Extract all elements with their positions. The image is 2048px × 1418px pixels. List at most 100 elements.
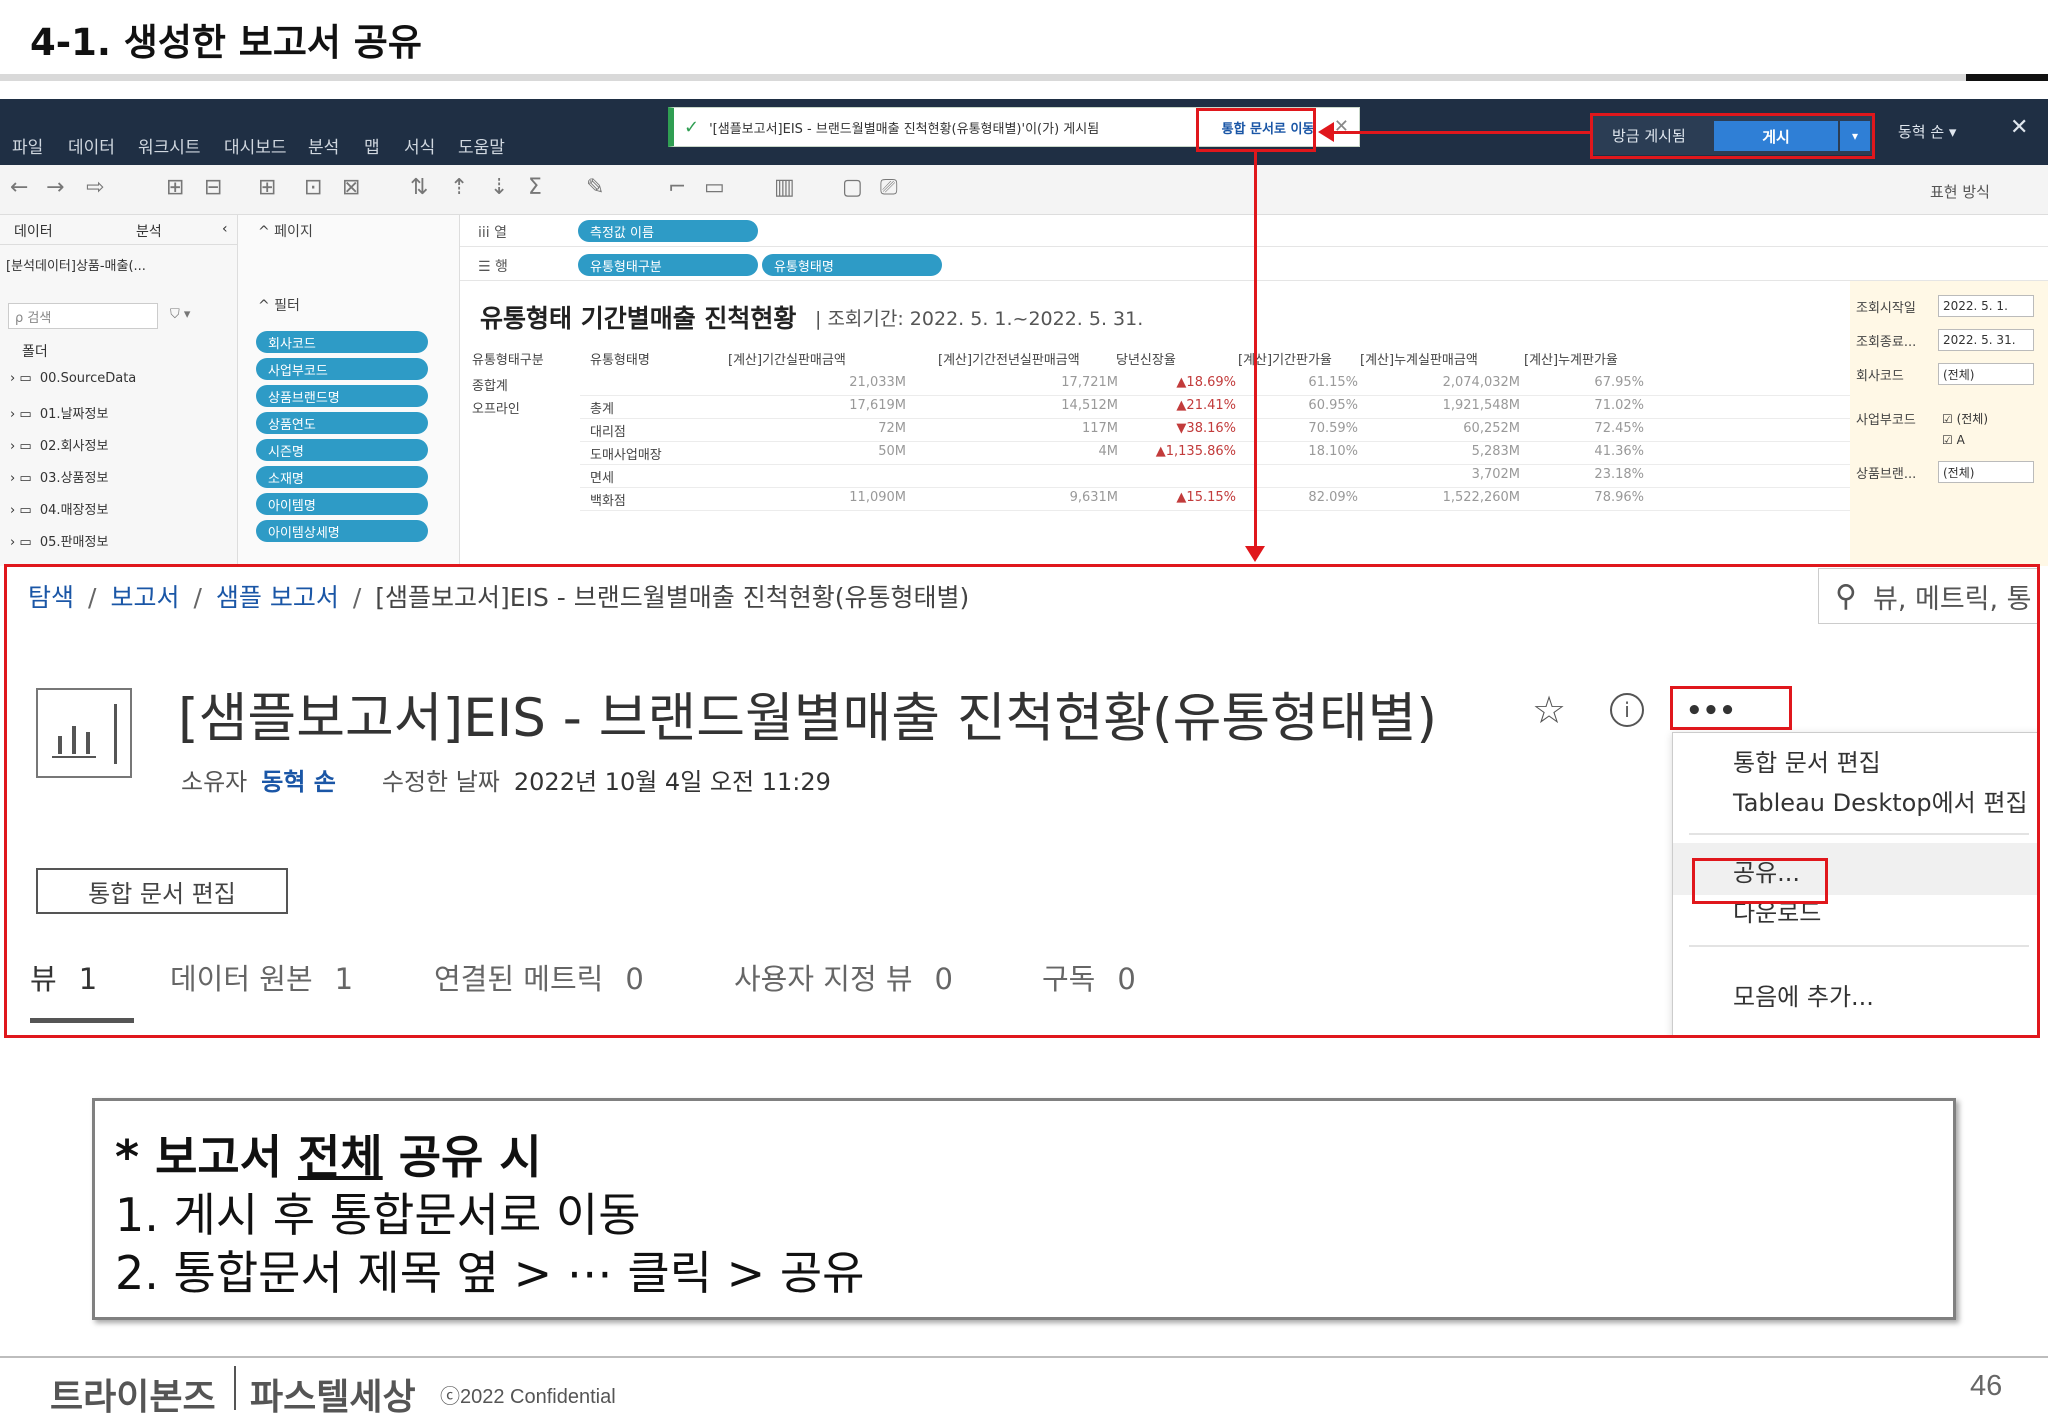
- table-cell: 117M: [1081, 421, 1118, 436]
- brand-logo: 파스텔세상: [250, 1377, 416, 1418]
- table-cell: 41.36%: [1594, 444, 1644, 459]
- instruction-box: * 보고서 전체 공유 시 1. 게시 후 통합문서로 이동 2. 통합문서 제…: [92, 1098, 1956, 1320]
- table-cell: 9,631M: [1069, 490, 1118, 505]
- user-menu[interactable]: 동혁 손 ▾: [1898, 121, 1956, 142]
- row-pill[interactable]: 유통형태구분: [578, 254, 758, 276]
- data-source-icon[interactable]: ⇨: [86, 175, 104, 200]
- table-cell: 유통형태구분: [472, 353, 544, 368]
- data-source-name[interactable]: [분석데이터]상품-매출(...: [6, 255, 146, 274]
- annotation-arrowhead: [1318, 122, 1334, 142]
- slide-title: 4-1. 생성한 보고서 공유: [30, 21, 422, 64]
- tooltip-icon[interactable]: ▢: [842, 175, 863, 200]
- window-close-icon[interactable]: ✕: [2010, 115, 2028, 140]
- table-cell: 1,522,260M: [1442, 490, 1520, 505]
- menu-worksheet[interactable]: 워크시트: [138, 133, 201, 158]
- filter-pill[interactable]: 아이템명: [256, 493, 428, 515]
- division-all-checkbox[interactable]: ☑ (전체): [1938, 407, 2034, 429]
- table-cell: [계산]기간실판매금액: [728, 353, 846, 368]
- table-cell: 2,074,032M: [1442, 375, 1520, 390]
- field-search-input[interactable]: ρ 검색: [8, 303, 158, 329]
- table-cell: [계산]누계실판매금액: [1360, 353, 1478, 368]
- label-icon[interactable]: ⌐: [668, 175, 686, 200]
- sort-desc-icon[interactable]: ⇣: [490, 175, 508, 200]
- table-cell: 오프라인: [472, 402, 520, 417]
- tree-item[interactable]: › ▭ 00.SourceData: [10, 371, 136, 386]
- tree-item[interactable]: › ▭ 04.매장정보: [10, 499, 108, 518]
- save-icon[interactable]: ⊟: [204, 175, 222, 200]
- table-cell: [계산]누계판가율: [1524, 353, 1618, 368]
- show-me-button[interactable]: 표현 방식: [1930, 181, 1990, 202]
- undo-icon[interactable]: ←: [10, 175, 28, 200]
- column-pill[interactable]: 측정값 이름: [578, 220, 758, 242]
- table-cell: 72M: [878, 421, 906, 436]
- tab-data[interactable]: 데이터: [14, 221, 53, 241]
- viz-period: | 조회기간: 2022. 5. 1.~2022. 5. 31.: [815, 308, 1144, 330]
- table-cell: 23.18%: [1594, 467, 1644, 482]
- sort-asc-icon[interactable]: ⇡: [450, 175, 468, 200]
- filter-pill[interactable]: 소재명: [256, 466, 428, 488]
- table-cell: 5,283M: [1471, 444, 1520, 459]
- duplicate-icon[interactable]: ⊡: [304, 175, 322, 200]
- collapse-icon[interactable]: ‹: [222, 221, 228, 237]
- table-cell: 67.95%: [1594, 375, 1644, 390]
- table-cell: 면세: [590, 471, 614, 486]
- table-cell: 유통형태명: [590, 353, 650, 368]
- fit-icon[interactable]: ▥: [774, 175, 795, 200]
- filter-pill[interactable]: 아이템상세명: [256, 520, 428, 542]
- annotation-share-box: [1692, 858, 1828, 904]
- filter-icon[interactable]: ⛉ ▾: [170, 307, 190, 322]
- swap-icon[interactable]: ⇅: [410, 175, 428, 200]
- menu-data[interactable]: 데이터: [68, 133, 115, 158]
- tree-item[interactable]: › ▭ 01.날짜정보: [10, 403, 108, 422]
- tree-item[interactable]: › ▭ 03.상품정보: [10, 467, 108, 486]
- filter-pill[interactable]: 회사코드: [256, 331, 428, 353]
- division-a-checkbox[interactable]: ☑ A: [1938, 429, 2034, 451]
- table-cell: ▼38.16%: [1176, 421, 1236, 436]
- filter-pill[interactable]: 상품연도: [256, 412, 428, 434]
- param-start-date-input[interactable]: 2022. 5. 1.: [1938, 295, 2034, 317]
- brand-select[interactable]: (전체): [1938, 461, 2034, 483]
- rows-shelf-label: ☰ 행: [478, 259, 508, 275]
- table-cell: 1,921,548M: [1442, 398, 1520, 413]
- menu-map[interactable]: 맵: [364, 133, 380, 158]
- highlight-icon[interactable]: ✎: [586, 175, 604, 200]
- table-cell: 60,252M: [1463, 421, 1520, 436]
- table-cell: 총계: [590, 402, 614, 417]
- new-sheet-icon[interactable]: ⊞: [166, 175, 184, 200]
- row-pill[interactable]: 유통형태명: [762, 254, 942, 276]
- redo-icon[interactable]: →: [46, 175, 64, 200]
- totals-icon[interactable]: Σ: [528, 175, 542, 200]
- table-cell: 도매사업매장: [590, 448, 662, 463]
- menu-analysis[interactable]: 분석: [308, 133, 339, 158]
- logo-divider: [234, 1366, 236, 1410]
- clear-icon[interactable]: ⊠: [342, 175, 360, 200]
- title-divider-accent: [1966, 74, 2048, 81]
- menu-dashboard[interactable]: 대시보드: [224, 133, 287, 158]
- annotation-server-page-box: [4, 564, 2040, 1038]
- table-cell: 백화점: [590, 494, 626, 509]
- tree-item[interactable]: › ▭ 02.회사정보: [10, 435, 108, 454]
- row-divider: [580, 464, 1850, 465]
- filter-pill[interactable]: 시즌명: [256, 439, 428, 461]
- presentation-icon[interactable]: ⎚: [880, 175, 898, 200]
- company-code-select[interactable]: (전체): [1938, 363, 2034, 385]
- menu-file[interactable]: 파일: [12, 133, 43, 158]
- param-end-date-input[interactable]: 2022. 5. 31.: [1938, 329, 2034, 351]
- instruction-step: 2. 통합문서 제목 옆 > ⋯ 클릭 > 공유: [115, 1246, 865, 1300]
- data-pane-tabs: 데이터 분석 ‹: [0, 215, 238, 245]
- filter-pill[interactable]: 사업부코드: [256, 358, 428, 380]
- page-number: 46: [1970, 1370, 2003, 1402]
- tree-item[interactable]: › ▭ 05.판매정보: [10, 531, 108, 550]
- table-cell: 14,512M: [1061, 398, 1118, 413]
- filter-pill[interactable]: 상품브랜드명: [256, 385, 428, 407]
- menu-help[interactable]: 도움말: [458, 133, 505, 158]
- menu-format[interactable]: 서식: [404, 133, 435, 158]
- table-cell: 대리점: [590, 425, 626, 440]
- new-worksheet-icon[interactable]: ⊞: [258, 175, 276, 200]
- table-cell: 17,619M: [849, 398, 906, 413]
- param-label: 상품브랜...: [1856, 467, 1917, 482]
- fix-axes-icon[interactable]: ▭: [704, 175, 725, 200]
- table-cell: 50M: [878, 444, 906, 459]
- tab-analysis[interactable]: 분석: [136, 221, 162, 241]
- tableau-desktop-window: 파일 데이터 워크시트 대시보드 분석 맵 서식 도움말 ✓ '[샘플보고서]E…: [0, 99, 2048, 566]
